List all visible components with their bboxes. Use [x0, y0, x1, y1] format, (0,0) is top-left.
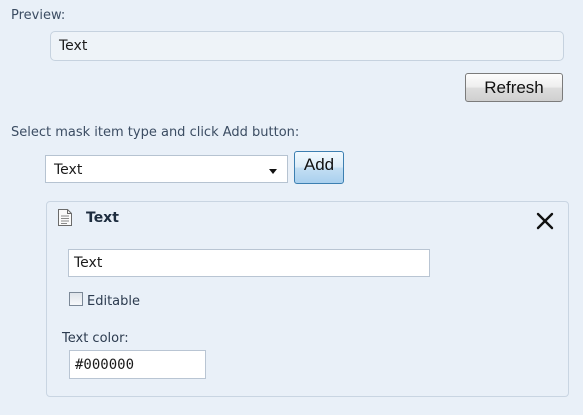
- text-color-label: Text color:: [62, 331, 129, 346]
- dropdown-arrow-icon: [269, 169, 277, 174]
- document-icon: [58, 209, 72, 226]
- add-instruction-label: Select mask item type and click Add butt…: [11, 125, 300, 140]
- text-color-field[interactable]: #000000: [69, 350, 206, 379]
- mask-item-text-field[interactable]: Text: [68, 249, 430, 277]
- refresh-button[interactable]: Refresh: [465, 73, 563, 102]
- editable-label: Editable: [87, 294, 141, 309]
- editable-checkbox[interactable]: [69, 292, 83, 306]
- mask-item-type-select[interactable]: Text: [45, 155, 288, 183]
- mask-item-type-value: Text: [54, 162, 83, 178]
- add-button[interactable]: Add: [294, 151, 344, 184]
- preview-display: Text: [50, 31, 564, 61]
- mask-item-title: Text: [86, 210, 119, 226]
- preview-label: Preview:: [11, 8, 66, 23]
- close-icon[interactable]: [534, 210, 556, 232]
